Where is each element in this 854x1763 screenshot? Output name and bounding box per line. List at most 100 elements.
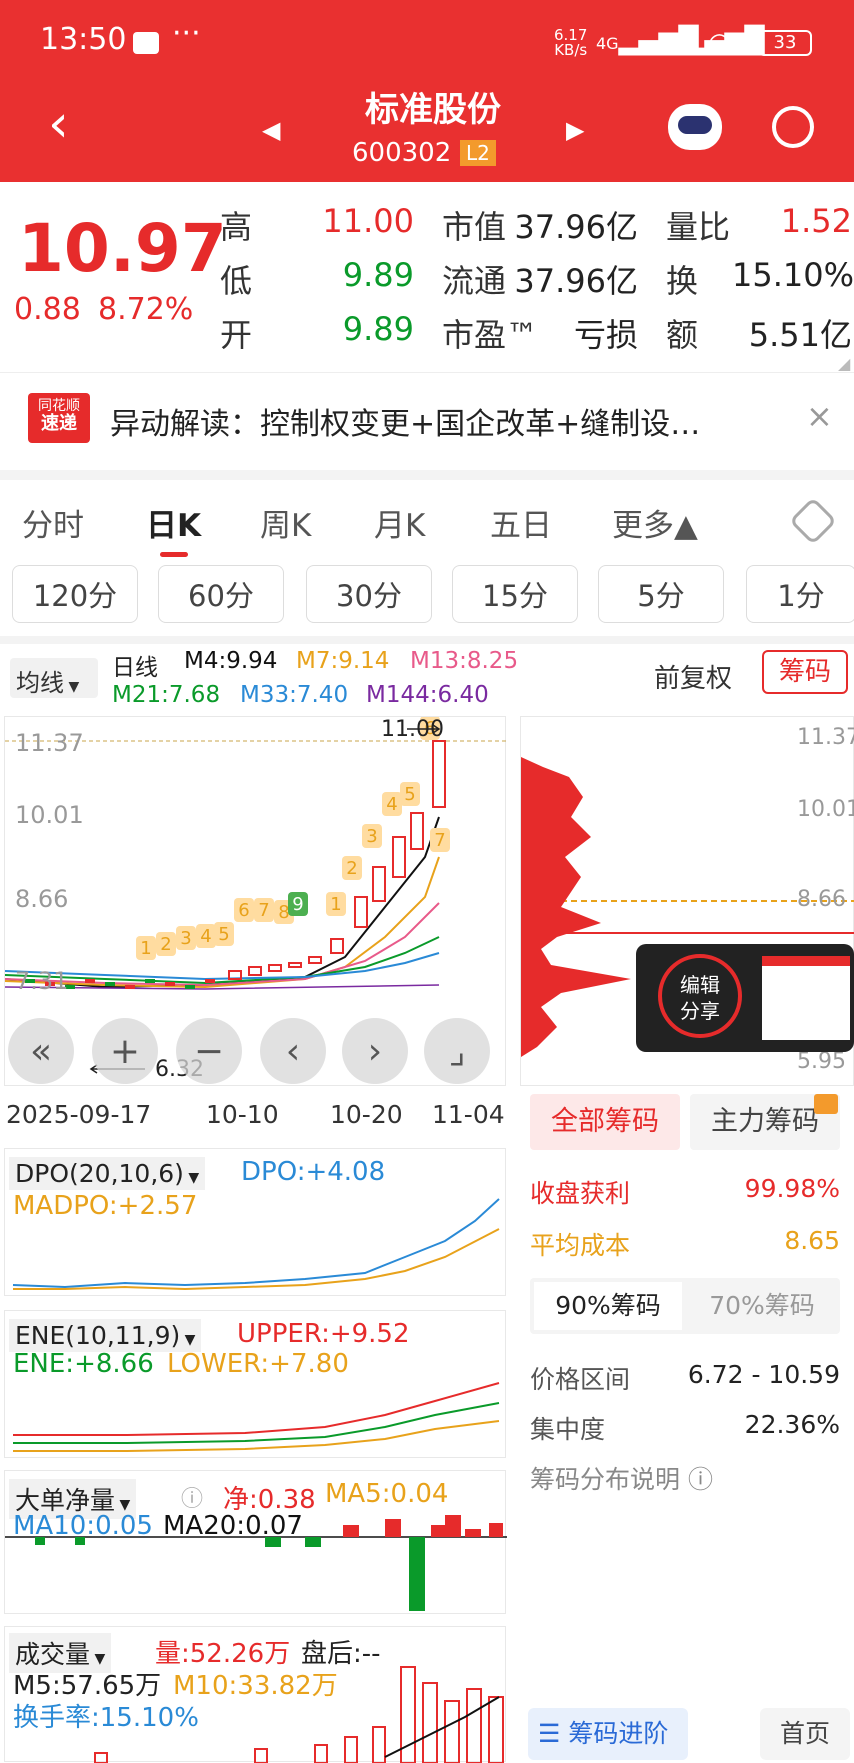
close-icon[interactable]: ×: [806, 397, 833, 435]
chip-toggle-button[interactable]: 筹码: [762, 650, 848, 694]
candle: [392, 836, 406, 878]
news-banner[interactable]: 同花顺 速递 异动解读：控制权变更+国企改革+缝制设… ×: [0, 372, 854, 464]
min-15-button[interactable]: 15分: [452, 565, 578, 623]
big-order-panel[interactable]: 大单净量 ▼ ⓘ 净:0.38 MA5:0.04 MA10:0.05 MA20:…: [4, 1470, 507, 1614]
scroll-left-icon[interactable]: ‹: [260, 1018, 326, 1084]
candle: [145, 979, 155, 983]
chip-explain-link[interactable]: 筹码分布说明 ⓘ: [530, 1460, 713, 1496]
ma-period-label: 日线: [112, 655, 158, 681]
signal-number: 7: [434, 830, 445, 851]
tab-intraday[interactable]: 分时: [22, 500, 84, 545]
tab-90-chips[interactable]: 90%筹码: [534, 1282, 682, 1330]
big-order-chart: [5, 1515, 507, 1611]
search-icon[interactable]: [772, 106, 814, 148]
candle: [105, 982, 115, 986]
expand-icon[interactable]: ◢: [838, 354, 850, 373]
min-30-button[interactable]: 30分: [306, 565, 432, 623]
scroll-right-icon[interactable]: ›: [342, 1018, 408, 1084]
min-1-button[interactable]: 1分: [746, 565, 854, 623]
chip-ytick-4: 5.95: [797, 1049, 846, 1074]
high-value: 11.00: [322, 202, 414, 240]
settings-icon[interactable]: [788, 496, 838, 546]
status-dots: ···: [172, 16, 201, 51]
min-60-button[interactable]: 60分: [158, 565, 284, 623]
volume-ratio-label: 量比: [666, 208, 731, 246]
ths-logo: 同花顺 速递: [28, 393, 90, 443]
ma33-line: [4, 952, 440, 981]
signal-number: 4: [200, 926, 211, 947]
candle: [205, 979, 215, 983]
tab-five-day[interactable]: 五日: [490, 500, 552, 545]
signal-number: 1: [140, 938, 151, 959]
tab-weekly-k[interactable]: 周K: [260, 500, 311, 545]
pe-value: 亏损: [573, 316, 638, 354]
candle: [165, 982, 175, 986]
candle: [410, 812, 424, 850]
signal-number: 5: [218, 924, 229, 945]
volume-chart: [94, 1666, 504, 1763]
kline-ytick-3: 8.66: [15, 885, 69, 913]
profit-value: 99.98%: [744, 1174, 840, 1203]
chip-advanced-button[interactable]: ☰ 筹码进阶: [528, 1708, 688, 1760]
ma4-value: M4:9.94: [184, 648, 278, 674]
dpo-panel[interactable]: DPO(20,10,6) ▼ DPO:+4.08 MADPO:+2.57: [4, 1148, 506, 1296]
open-label: 开: [220, 316, 253, 354]
back-icon[interactable]: ‹: [48, 98, 69, 150]
ma-dropdown[interactable]: 均线 ▼: [10, 658, 98, 698]
candle: [330, 938, 344, 954]
chip-ytick-3: 8.66: [797, 887, 846, 912]
quote-panel: 10.97 0.88 8.72% 高 11.00 低 9.89 开 9.89 市…: [0, 182, 854, 373]
candle: [432, 740, 446, 808]
dpo-chart: [12, 1198, 500, 1291]
volume-panel[interactable]: 成交量 ▼ 量:52.26万 盘后:-- M5:57.65万 M10:33.82…: [4, 1626, 506, 1763]
ma21-value: M21:7.68: [112, 682, 221, 708]
divider: [0, 636, 854, 644]
kline-ytick-4: 7.31: [15, 967, 69, 995]
app-header: 13:50 ··· 6.17 KB/s 4G▂▄▆█ 4G▂▄▆█ ◠ 33 ‹ …: [0, 0, 854, 182]
ma13-value: M13:8.25: [410, 648, 519, 674]
adjust-mode[interactable]: 前复权: [654, 658, 732, 695]
last-price: 10.97: [18, 210, 227, 287]
share-thumbnail: [762, 956, 850, 1040]
share-popup[interactable]: 编辑 分享: [636, 944, 854, 1052]
zoom-out-icon[interactable]: −: [176, 1018, 242, 1084]
next-stock-icon[interactable]: ▶: [566, 116, 584, 144]
chip-ytick-2: 10.01: [797, 797, 854, 822]
collapse-icon[interactable]: «: [8, 1018, 74, 1084]
home-button[interactable]: 首页: [760, 1708, 850, 1760]
amount-label: 额: [666, 316, 699, 354]
notification-icon: [133, 32, 159, 54]
turnover-value: 15.10%: [731, 256, 854, 294]
market-cap-label: 市值: [442, 208, 507, 246]
signal-number: 3: [366, 826, 377, 847]
edit-share-button[interactable]: 编辑 分享: [658, 954, 742, 1038]
prev-stock-icon[interactable]: ◀: [262, 116, 280, 144]
profit-label: 收盘获利: [530, 1179, 631, 1208]
ene-panel[interactable]: ENE(10,11,9) ▼ UPPER:+9.52 ENE:+8.66 LOW…: [4, 1310, 506, 1458]
tab-monthly-k[interactable]: 月K: [374, 500, 425, 545]
candle: [125, 985, 135, 989]
zoom-in-icon[interactable]: +: [92, 1018, 158, 1084]
min-120-button[interactable]: 120分: [12, 565, 138, 623]
candle: [248, 966, 262, 976]
price-change: 0.88: [14, 292, 81, 327]
robot-assistant-icon[interactable]: [668, 104, 722, 150]
tab-more[interactable]: 更多▲: [612, 500, 698, 545]
fullscreen-icon[interactable]: ⌟: [424, 1018, 490, 1084]
period-tabs: 分时 日K 周K 月K 五日 更多▲: [0, 470, 854, 560]
ma33-value: M33:7.40: [240, 682, 349, 708]
volume-ratio-value: 1.52: [780, 202, 852, 240]
lock-icon: [814, 1094, 838, 1114]
status-time: 13:50: [40, 22, 127, 57]
signal-number: 4: [386, 794, 397, 815]
min-5-button[interactable]: 5分: [598, 565, 724, 623]
tab-all-chips[interactable]: 全部筹码: [530, 1094, 680, 1150]
net-speed: 6.17 KB/s: [554, 26, 588, 59]
tab-70-chips[interactable]: 70%筹码: [688, 1282, 836, 1330]
stock-name: 标准股份: [365, 90, 501, 130]
candle: [268, 964, 282, 972]
candle: [354, 896, 368, 928]
tab-daily-k[interactable]: 日K: [146, 500, 201, 545]
help-icon: ⓘ: [687, 1465, 713, 1494]
low-value: 9.89: [342, 256, 414, 294]
